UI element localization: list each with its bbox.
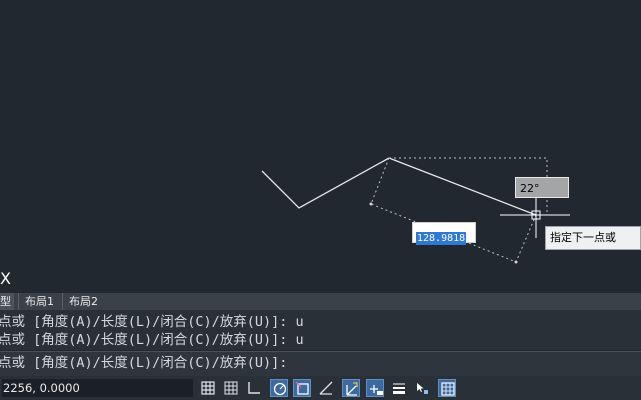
- selection-cycling-toggle[interactable]: [413, 379, 431, 397]
- rubber-band-line: [388, 157, 537, 216]
- object-snap-icon: [295, 381, 309, 395]
- annotation-monitor-icon: [441, 382, 455, 396]
- command-history-line: 点或 [角度(A)/长度(L)/闭合(C)/放弃(U)]: u: [0, 332, 304, 348]
- annotation-monitor-toggle[interactable]: [438, 379, 456, 397]
- otrack-toggle[interactable]: [317, 379, 335, 397]
- length-dimension-guide: [370, 157, 537, 263]
- dynamic-input-icon: [370, 385, 383, 395]
- command-prompt: 点或 [角度(A)/长度(L)/闭合(C)/放弃(U)]:: [0, 355, 288, 371]
- lineweight-toggle[interactable]: [390, 379, 408, 397]
- tab-model[interactable]: 型: [0, 293, 14, 310]
- snap-toggle[interactable]: [222, 379, 240, 397]
- snap-grid-icon: [224, 381, 238, 395]
- command-line-input[interactable]: 点或 [角度(A)/长度(L)/闭合(C)/放弃(U)]:: [0, 351, 641, 376]
- polyline-segment: [261, 157, 390, 209]
- grid-icon: [201, 381, 215, 395]
- lineweight-icon: [393, 383, 405, 394]
- ortho-toggle[interactable]: [245, 379, 263, 397]
- polar-toggle[interactable]: [270, 379, 288, 397]
- command-history-line: 点或 [角度(A)/长度(L)/闭合(C)/放弃(U)]: u: [0, 314, 304, 330]
- angle-tooltip: 22°: [515, 177, 569, 198]
- dynamic-ucs-toggle[interactable]: [342, 379, 360, 397]
- polar-tracking-icon: [273, 382, 287, 396]
- dynamic-length-input[interactable]: 128.9818: [412, 222, 476, 245]
- drawing-geometry: [261, 157, 570, 264]
- length-value[interactable]: 128.9818: [416, 232, 467, 245]
- object-tracking-icon: [319, 381, 333, 395]
- drawing-canvas[interactable]: X 22° 128.9818 指定下一点或: [0, 0, 641, 295]
- dynamic-prompt-tooltip: 指定下一点或: [545, 226, 641, 250]
- grid-toggle[interactable]: [199, 379, 217, 397]
- osnap-toggle[interactable]: [293, 379, 311, 397]
- layout-tab-bar: 型 布局1 布局2: [0, 293, 641, 310]
- ucs-x-axis-label: X: [0, 269, 11, 288]
- command-history: 点或 [角度(A)/长度(L)/闭合(C)/放弃(U)]: u 点或 [角度(A…: [0, 310, 641, 350]
- tab-layout2[interactable]: 布局2: [62, 293, 110, 310]
- dynamic-ucs-icon: [346, 382, 358, 396]
- dynamic-input-toggle[interactable]: [366, 379, 384, 397]
- selection-cycling-icon: [417, 383, 428, 394]
- ortho-icon: [248, 382, 260, 394]
- coordinate-readout[interactable]: 2256, 0.0000: [2, 379, 193, 397]
- tab-layout1[interactable]: 布局1: [18, 293, 62, 310]
